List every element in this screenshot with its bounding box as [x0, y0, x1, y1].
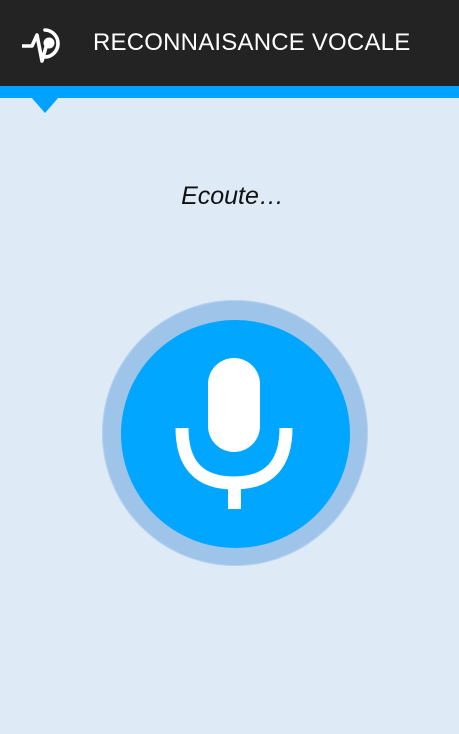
app-header: RECONNAISANCE VOCALE [0, 0, 459, 86]
microphone-icon [175, 358, 293, 509]
app-title: RECONNAISANCE VOCALE [93, 29, 411, 56]
microphone-button-core[interactable] [121, 320, 350, 548]
listening-status: Ecoute… [181, 182, 284, 210]
tab-pointer [31, 97, 59, 113]
accent-bar [0, 86, 459, 98]
microphone-button[interactable] [102, 300, 368, 566]
pulse-play-icon [22, 28, 60, 63]
